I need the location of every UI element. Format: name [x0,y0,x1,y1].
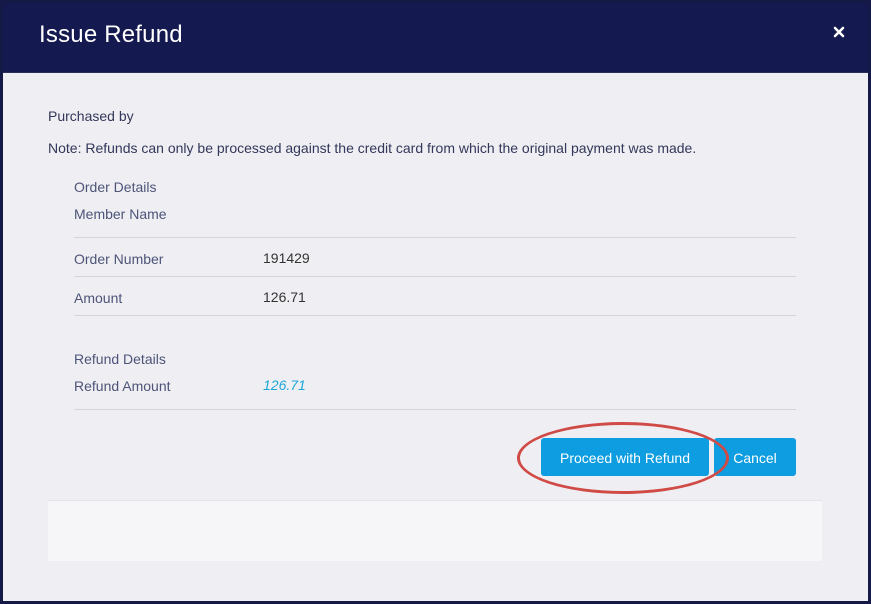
issue-refund-dialog: Issue Refund Purchased by Note: Refunds … [0,0,871,604]
refund-amount-value[interactable]: 126.71 [263,377,306,393]
details-section: Order Details Member Name Order Number 1… [74,179,796,410]
order-details-heading: Order Details [74,179,157,195]
member-name-label: Member Name [74,206,167,222]
dialog-header: Issue Refund [3,3,868,73]
purchased-by-label: Purchased by [48,108,134,124]
amount-value: 126.71 [263,289,306,305]
order-number-label: Order Number [74,251,164,267]
refund-amount-row: Refund Amount 126.71 [74,377,796,410]
refund-note: Note: Refunds can only be processed agai… [48,140,697,156]
amount-label: Amount [74,290,123,306]
dialog-title: Issue Refund [39,21,183,48]
proceed-with-refund-button[interactable]: Proceed with Refund [541,438,709,476]
refund-amount-label: Refund Amount [74,378,171,394]
amount-row: Amount 126.71 [74,277,796,316]
cancel-button[interactable]: Cancel [714,438,796,476]
refund-details-heading: Refund Details [74,351,166,367]
dialog-body: Purchased by Note: Refunds can only be p… [3,73,868,601]
close-icon[interactable] [832,25,846,39]
member-name-row: Member Name [74,206,796,238]
dialog-footer [48,500,822,561]
order-number-row: Order Number 191429 [74,238,796,277]
order-number-value: 191429 [263,250,310,266]
